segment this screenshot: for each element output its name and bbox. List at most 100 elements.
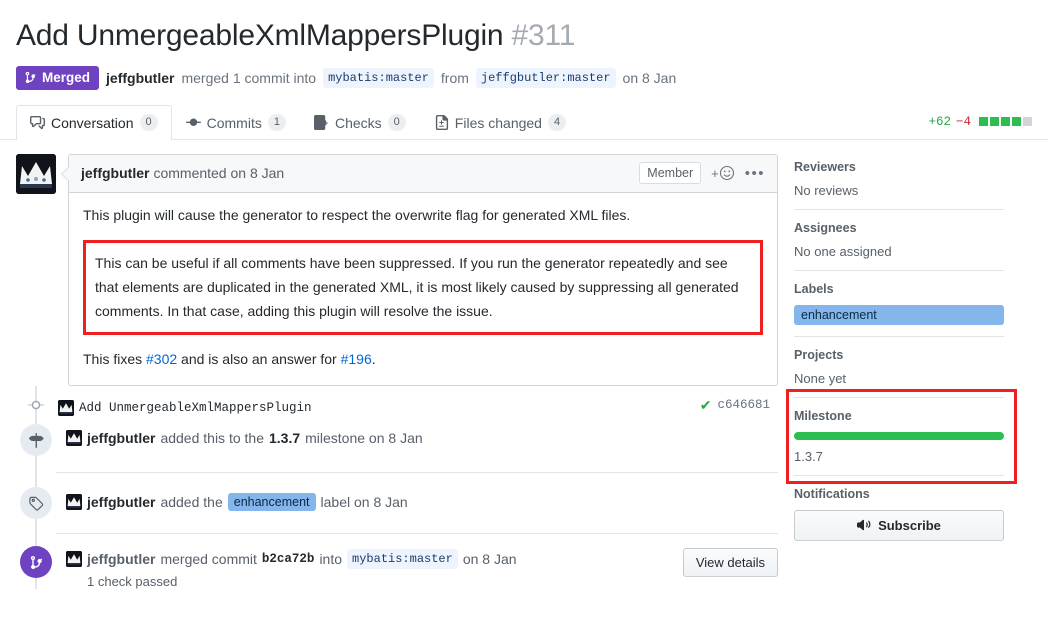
comment-menu-button[interactable]: ••• xyxy=(745,166,765,181)
git-merge-icon xyxy=(30,555,42,569)
sidebar-section-projects: Projects None yet xyxy=(794,335,1004,397)
merge-event-text: jeffgbutler merged commit b2ca72b into m… xyxy=(52,546,683,589)
merge-event-actor[interactable]: jeffgbutler xyxy=(87,551,155,567)
tab-commits-count: 1 xyxy=(267,114,286,131)
page-title: Add UnmergeableXmlMappersPlugin #311 xyxy=(0,0,1048,54)
labels-title[interactable]: Labels xyxy=(794,282,1004,296)
timeline-label-item: jeffgbutler added the enhancement label … xyxy=(16,473,778,533)
checklist-icon xyxy=(313,115,328,130)
reviewers-value: No reviews xyxy=(794,182,859,198)
tab-checks-label: Checks xyxy=(334,114,382,131)
sidebar-section-labels: Labels enhancement xyxy=(794,269,1004,336)
milestone-event-before: added this to the xyxy=(160,430,264,447)
pr-number: #311 xyxy=(511,19,576,52)
merge-checks-status: 1 check passed xyxy=(87,574,178,590)
milestone-event-actor[interactable]: jeffgbutler xyxy=(87,430,155,446)
milestone-title[interactable]: Milestone xyxy=(794,409,1004,423)
sidebar-label-chip[interactable]: enhancement xyxy=(794,304,1004,325)
smiley-icon xyxy=(719,165,734,181)
commit-status: ✔ c646681 xyxy=(700,397,778,414)
comment-row: jeffgbutler commented on 8 Jan Member + xyxy=(16,153,778,387)
milestone-progress-fill xyxy=(794,431,1004,440)
tab-commits[interactable]: Commits 1 xyxy=(172,105,300,140)
issue-link-302[interactable]: #302 xyxy=(146,351,177,367)
highlighted-paragraph: This can be useful if all comments have … xyxy=(83,240,763,336)
diffstat-additions: +62 xyxy=(928,114,951,129)
from-text: from xyxy=(440,69,469,86)
avatar-image xyxy=(58,400,74,417)
pr-tabs: Conversation 0 Commits 1 Checks 0 Files … xyxy=(0,104,1048,140)
merge-event-before: merged commit xyxy=(160,551,257,568)
projects-value: None yet xyxy=(794,370,847,386)
tab-conversation[interactable]: Conversation 0 xyxy=(16,104,172,140)
issue-link-196[interactable]: #196 xyxy=(341,351,372,367)
avatar[interactable] xyxy=(16,153,56,194)
event-avatar xyxy=(66,494,82,511)
assignees-value: No one assigned xyxy=(794,243,892,259)
milestone-icon xyxy=(28,432,44,448)
tab-files-changed-label: Files changed xyxy=(454,114,542,131)
git-merge-icon xyxy=(25,72,36,84)
comment-author[interactable]: jeffgbutler xyxy=(81,165,149,181)
milestone-progress-bar xyxy=(794,431,1004,440)
merge-event-date: on 8 Jan xyxy=(462,551,517,568)
sidebar-section-milestone: Milestone 1.3.7 xyxy=(786,388,1017,484)
fixes-prefix: This fixes xyxy=(83,351,147,368)
merge-icon-badge xyxy=(20,546,52,579)
diffstat-block-green xyxy=(990,117,999,126)
reviewers-title[interactable]: Reviewers xyxy=(794,160,1004,174)
tab-files-changed-count: 4 xyxy=(547,114,567,131)
diffstat-blocks xyxy=(979,117,1032,126)
tab-files-changed[interactable]: Files changed 4 xyxy=(420,105,580,140)
milestone-value[interactable]: 1.3.7 xyxy=(794,449,1004,464)
diffstat-deletions: −4 xyxy=(955,114,971,129)
sidebar: Reviewers No reviews Assignees No one as… xyxy=(786,154,1017,590)
merge-event-branch[interactable]: mybatis:master xyxy=(347,549,458,570)
diffstat-block-neutral xyxy=(1023,117,1032,126)
tab-checks-count: 0 xyxy=(387,114,406,131)
milestone-event-name[interactable]: 1.3.7 xyxy=(269,430,300,446)
avatar-image xyxy=(16,153,56,194)
commit-dot-icon xyxy=(28,400,44,410)
timeline: Add UnmergeableXmlMappersPlugin ✔ c64668… xyxy=(16,386,778,590)
comment-box: jeffgbutler commented on 8 Jan Member + xyxy=(61,153,778,387)
check-icon: ✔ xyxy=(699,396,712,413)
view-details-wrap: View details xyxy=(682,546,778,578)
timeline-commit-item: Add UnmergeableXmlMappersPlugin ✔ c64668… xyxy=(16,386,778,424)
pr-meta: Merged jeffgbutler merged 1 commit into … xyxy=(0,54,1048,90)
view-details-button[interactable]: View details xyxy=(682,548,778,578)
plus-icon: + xyxy=(711,165,719,181)
pull-request-page: Add UnmergeableXmlMappersPlugin #311 Mer… xyxy=(0,0,1048,632)
add-reaction-button[interactable]: + xyxy=(711,165,735,181)
avatar-image xyxy=(66,430,82,447)
diffstat-block-green xyxy=(1001,117,1010,126)
tab-conversation-count: 0 xyxy=(139,114,158,131)
label-event-text: jeffgbutler added the enhancement label … xyxy=(52,487,778,512)
comment-fixes-line: This fixes #302 and is also an answer fo… xyxy=(83,349,763,371)
avatar-image xyxy=(66,494,82,511)
pr-title-text: Add UnmergeableXmlMappersPlugin xyxy=(16,19,504,52)
git-commit-icon xyxy=(185,118,201,127)
subscribe-button[interactable]: Subscribe xyxy=(794,509,1004,541)
label-chip-enhancement[interactable]: enhancement xyxy=(227,493,316,512)
label-event-before: added the xyxy=(160,494,223,511)
commit-sha[interactable]: c646681 xyxy=(717,398,770,412)
merge-event-sha[interactable]: b2ca72b xyxy=(262,552,315,566)
assignees-title[interactable]: Assignees xyxy=(794,221,1004,235)
head-branch-chip[interactable]: jeffgbutler:master xyxy=(475,67,616,88)
label-event-actor[interactable]: jeffgbutler xyxy=(87,494,155,510)
diffstat-block-green xyxy=(979,117,988,126)
comment-action: commented on 8 Jan xyxy=(153,165,285,181)
diffstat-block-green xyxy=(1012,117,1021,126)
main-column: jeffgbutler commented on 8 Jan Member + xyxy=(16,153,778,590)
fixes-suffix: . xyxy=(371,351,376,368)
pr-author[interactable]: jeffgbutler xyxy=(106,70,174,86)
commit-message[interactable]: Add UnmergeableXmlMappersPlugin xyxy=(79,401,312,415)
status-badge-label: Merged xyxy=(42,70,91,85)
projects-title[interactable]: Projects xyxy=(794,348,1004,362)
file-diff-icon xyxy=(435,115,448,130)
sidebar-section-notifications: Notifications Subscribe xyxy=(794,474,1004,552)
tab-checks[interactable]: Checks 0 xyxy=(300,105,420,140)
base-branch-chip[interactable]: mybatis:master xyxy=(323,67,434,88)
notifications-title: Notifications xyxy=(794,486,870,501)
